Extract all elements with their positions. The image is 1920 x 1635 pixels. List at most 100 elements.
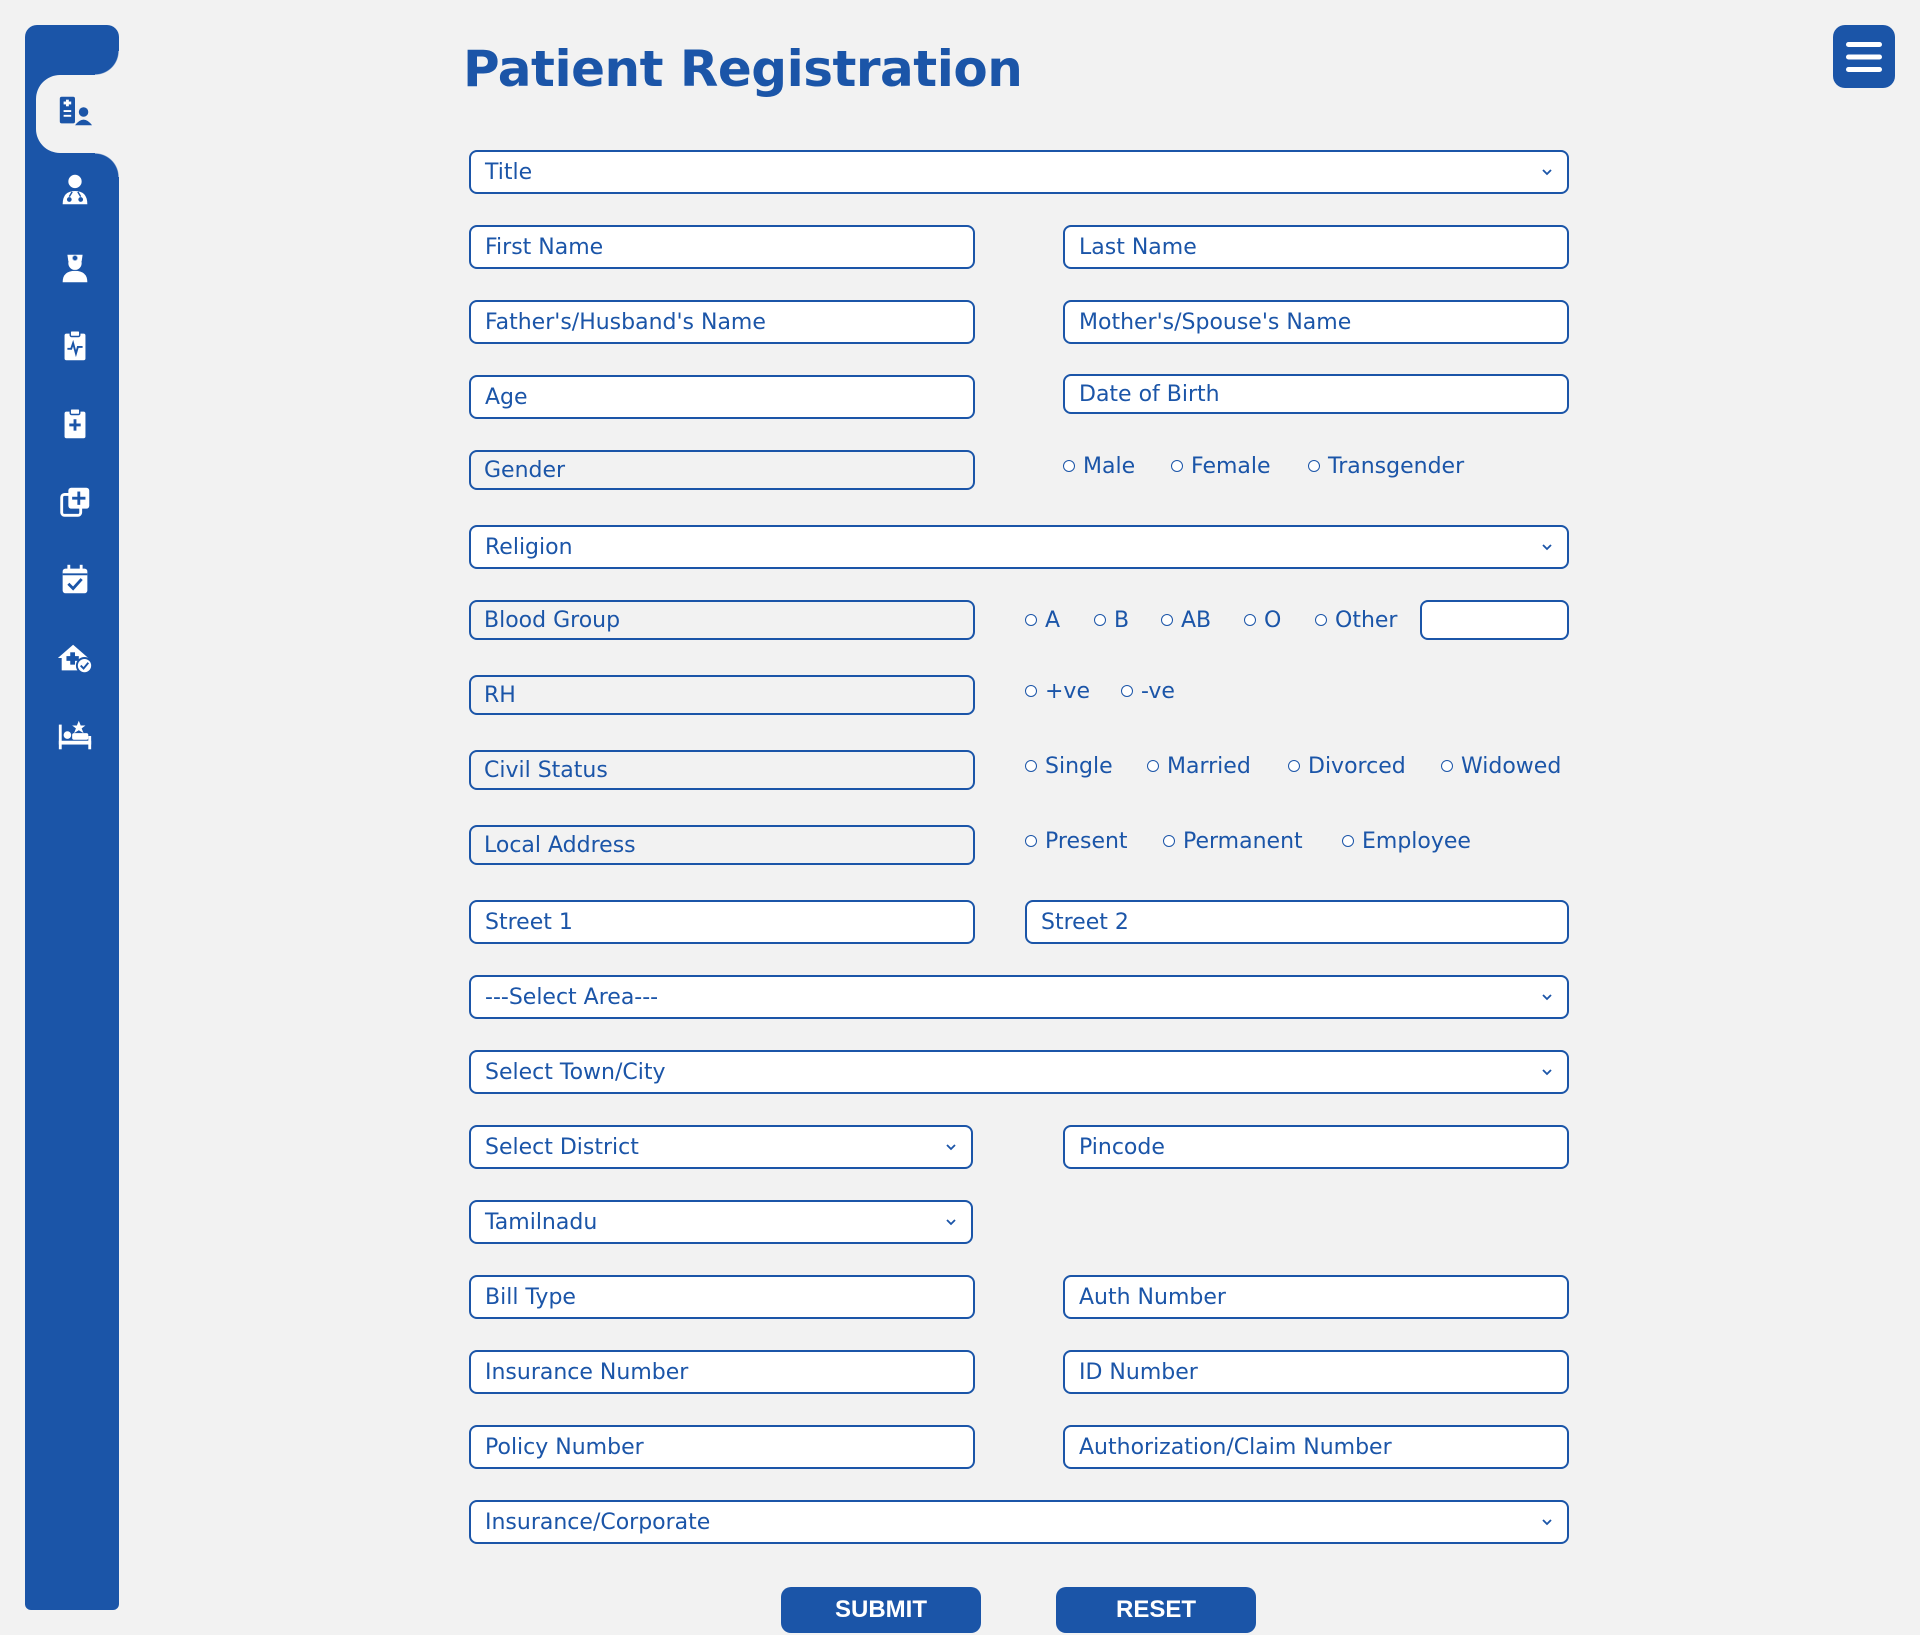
blood-group-radio-other[interactable]: Other	[1315, 605, 1397, 635]
civil-status-radio-divorced[interactable]: Divorced	[1288, 751, 1406, 781]
last-name-input[interactable]	[1063, 225, 1569, 269]
reset-button[interactable]: RESET	[1056, 1587, 1256, 1633]
radio-circle[interactable]	[1063, 460, 1075, 472]
blood-group-label: Blood Group	[469, 600, 975, 640]
radio-label: +ve	[1045, 678, 1090, 704]
radio-circle[interactable]	[1094, 614, 1106, 626]
blood-group-radio-a[interactable]: A	[1025, 605, 1060, 635]
pincode-input[interactable]	[1063, 1125, 1569, 1169]
district-select-value: Select District	[485, 1134, 639, 1160]
home-care-icon[interactable]	[50, 633, 100, 683]
street1-input[interactable]	[469, 900, 975, 944]
radio-label: AB	[1181, 607, 1212, 633]
mother-spouse-name-input[interactable]	[1063, 300, 1569, 344]
blood-group-radio-ab[interactable]: AB	[1161, 605, 1211, 635]
radio-circle[interactable]	[1025, 835, 1037, 847]
radio-label: O	[1264, 607, 1282, 633]
gender-radio-female[interactable]: Female	[1171, 451, 1271, 481]
gender-radio-male[interactable]: Male	[1063, 451, 1135, 481]
address-radio-permanent[interactable]: Permanent	[1163, 826, 1303, 856]
radio-label: Single	[1045, 753, 1113, 779]
radio-circle[interactable]	[1315, 614, 1327, 626]
chevron-down-icon	[1542, 1519, 1552, 1526]
hospital-bed-icon[interactable]	[50, 711, 100, 761]
chevron-down-icon	[1542, 169, 1552, 176]
radio-label: A	[1045, 607, 1061, 633]
clipboard-vitals-icon[interactable]	[50, 321, 100, 371]
radio-circle[interactable]	[1163, 835, 1175, 847]
civil-status-radio-married[interactable]: Married	[1147, 751, 1251, 781]
nurse-icon[interactable]	[50, 243, 100, 293]
rh-radio-positive[interactable]: +ve	[1025, 676, 1090, 706]
title-select[interactable]: Title	[469, 150, 1569, 194]
insurance-number-input[interactable]	[469, 1350, 975, 1394]
radio-circle[interactable]	[1121, 685, 1133, 697]
radio-label: Present	[1045, 828, 1128, 854]
radio-label: Other	[1335, 607, 1398, 633]
radio-circle[interactable]	[1025, 760, 1037, 772]
auth-number-input[interactable]	[1063, 1275, 1569, 1319]
chevron-down-icon	[1542, 1069, 1552, 1076]
submit-button[interactable]: SUBMIT	[781, 1587, 981, 1633]
radio-label: -ve	[1141, 678, 1175, 704]
radio-circle[interactable]	[1171, 460, 1183, 472]
menu-button[interactable]	[1833, 25, 1895, 88]
clipboard-plus-icon[interactable]	[50, 399, 100, 449]
radio-label: Male	[1083, 453, 1136, 479]
civil-status-radio-widowed[interactable]: Widowed	[1441, 751, 1561, 781]
area-select-value: ---Select Area---	[485, 984, 659, 1010]
age-input[interactable]	[469, 375, 975, 419]
religion-select[interactable]: Religion	[469, 525, 1569, 569]
radio-circle[interactable]	[1308, 460, 1320, 472]
bill-type-input[interactable]	[469, 1275, 975, 1319]
id-number-input[interactable]	[1063, 1350, 1569, 1394]
radio-circle[interactable]	[1161, 614, 1173, 626]
radio-label: Female	[1191, 453, 1271, 479]
state-select-value: Tamilnadu	[485, 1209, 598, 1235]
dob-input[interactable]	[1063, 374, 1569, 414]
radio-label: Permanent	[1183, 828, 1303, 854]
district-select[interactable]: Select District	[469, 1125, 973, 1169]
radio-label: Employee	[1362, 828, 1471, 854]
civil-status-label: Civil Status	[469, 750, 975, 790]
calendar-check-icon[interactable]	[50, 555, 100, 605]
address-radio-present[interactable]: Present	[1025, 826, 1128, 856]
chevron-down-icon	[1542, 544, 1552, 551]
policy-number-input[interactable]	[469, 1425, 975, 1469]
radio-circle[interactable]	[1244, 614, 1256, 626]
radio-label: Widowed	[1461, 753, 1562, 779]
radio-circle[interactable]	[1441, 760, 1453, 772]
insurance-corporate-select-value: Insurance/Corporate	[485, 1509, 711, 1535]
gender-radio-transgender[interactable]: Transgender	[1308, 451, 1464, 481]
title-select-value: Title	[485, 159, 533, 185]
page-title: Patient Registration	[463, 40, 1023, 98]
father-husband-name-input[interactable]	[469, 300, 975, 344]
town-city-select[interactable]: Select Town/City	[469, 1050, 1569, 1094]
street2-input[interactable]	[1025, 900, 1569, 944]
chevron-down-icon	[946, 1219, 956, 1226]
state-select[interactable]: Tamilnadu	[469, 1200, 973, 1244]
civil-status-radio-single[interactable]: Single	[1025, 751, 1113, 781]
chevron-down-icon	[1542, 994, 1552, 1001]
doctor-icon[interactable]	[50, 165, 100, 215]
blood-group-radio-o[interactable]: O	[1244, 605, 1281, 635]
radio-circle[interactable]	[1147, 760, 1159, 772]
insurance-corporate-select[interactable]: Insurance/Corporate	[469, 1500, 1569, 1544]
blood-group-radio-b[interactable]: B	[1094, 605, 1129, 635]
address-radio-employee[interactable]: Employee	[1342, 826, 1471, 856]
chevron-down-icon	[946, 1144, 956, 1151]
radio-circle[interactable]	[1025, 685, 1037, 697]
radio-label: Married	[1167, 753, 1251, 779]
radio-label: B	[1114, 607, 1130, 633]
patient-registration-icon[interactable]	[50, 87, 100, 137]
blood-group-other-input[interactable]	[1420, 600, 1569, 640]
medical-copy-icon[interactable]	[50, 477, 100, 527]
rh-radio-negative[interactable]: -ve	[1121, 676, 1175, 706]
radio-circle[interactable]	[1025, 614, 1037, 626]
radio-circle[interactable]	[1342, 835, 1354, 847]
first-name-input[interactable]	[469, 225, 975, 269]
radio-circle[interactable]	[1288, 760, 1300, 772]
area-select[interactable]: ---Select Area---	[469, 975, 1569, 1019]
religion-select-value: Religion	[485, 534, 573, 560]
claim-number-input[interactable]	[1063, 1425, 1569, 1469]
